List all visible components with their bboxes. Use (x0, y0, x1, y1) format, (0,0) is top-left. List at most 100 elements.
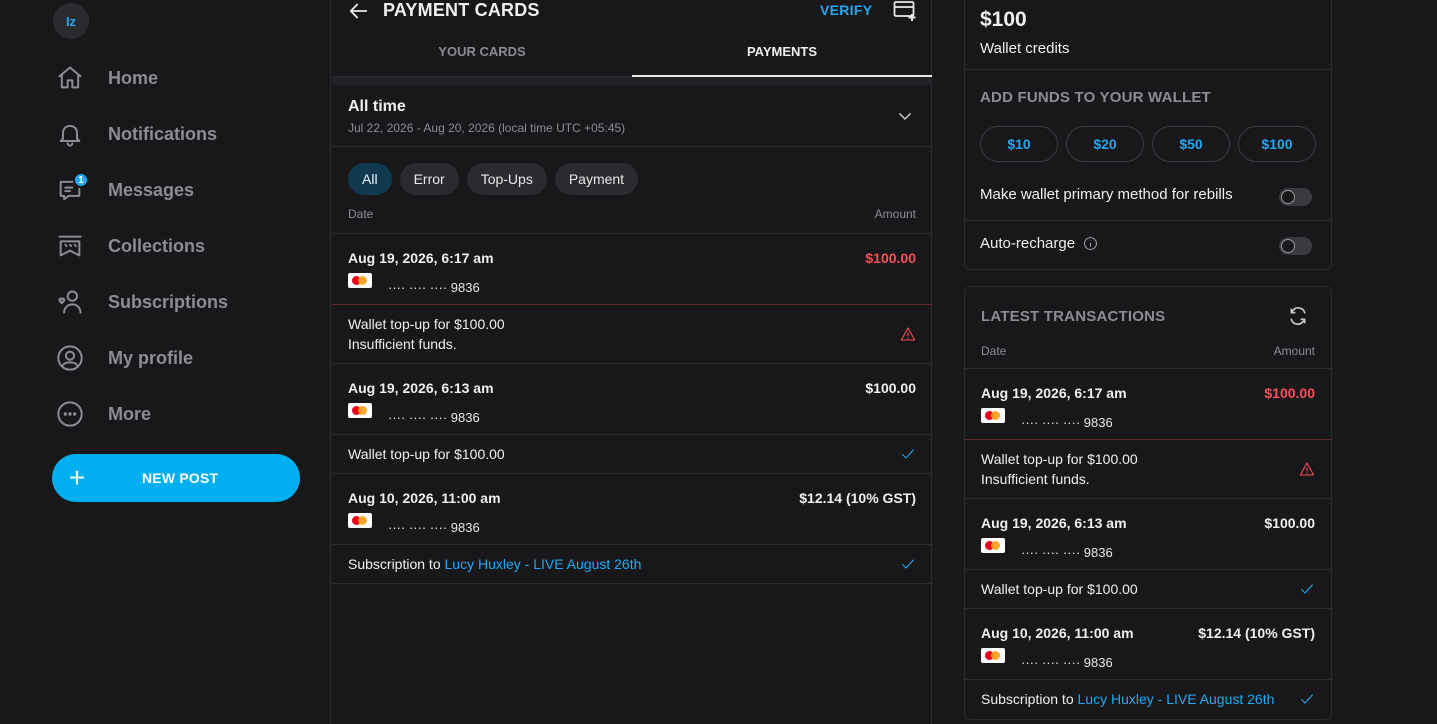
profile-icon (55, 343, 85, 373)
plus-icon: + (68, 462, 86, 493)
checkmark-icon (1299, 581, 1315, 597)
mastercard-icon (981, 408, 1005, 423)
checkmark-icon (900, 556, 916, 572)
back-arrow-icon[interactable] (348, 0, 370, 22)
mastercard-icon (981, 538, 1005, 553)
avatar[interactable]: Iz (53, 3, 89, 39)
sidebar-item-label: More (108, 403, 152, 424)
sidebar-item-label: My profile (108, 347, 194, 368)
card-number: ···· ···· ···· 9836 (388, 520, 480, 535)
tab-your-cards[interactable]: YOUR CARDS (332, 28, 632, 76)
divider (965, 69, 1331, 70)
payments-list: Aug 19, 2026, 6:17 am $100.00 ···· ···· … (332, 233, 932, 584)
txn-amount: $100.00 (865, 250, 916, 266)
add-funds-title: ADD FUNDS TO YOUR WALLET (980, 89, 1211, 106)
primary-method-toggle[interactable] (1279, 188, 1312, 206)
checkmark-icon (900, 446, 916, 462)
primary-method-label: Make wallet primary method for rebills (980, 186, 1233, 203)
table-row[interactable]: Aug 10, 2026, 11:00 am $12.14 (10% GST) … (332, 474, 932, 584)
mastercard-icon (348, 273, 372, 288)
card-number: ···· ···· ···· 9836 (388, 410, 480, 425)
sidebar-item-home[interactable]: Home (55, 50, 228, 106)
txn-error-message: Insufficient funds. (348, 336, 457, 352)
table-row[interactable]: Aug 10, 2026, 11:00 am $12.14 (10% GST) … (965, 609, 1331, 718)
sidebar-item-messages[interactable]: 1 Messages (55, 162, 228, 218)
auto-recharge-row: Auto-recharge (965, 220, 1331, 268)
txn-description: Wallet top-up for $100.00 Insufficient f… (965, 439, 1331, 498)
wallet-card: $100 Wallet credits ADD FUNDS TO YOUR WA… (964, 0, 1332, 270)
sidebar-item-label: Home (108, 67, 159, 88)
primary-method-row: Make wallet primary method for rebills (965, 172, 1331, 220)
auto-recharge-toggle[interactable] (1279, 237, 1312, 255)
date-column-header: Date (348, 207, 374, 221)
auto-recharge-label-wrap: Auto-recharge (980, 235, 1098, 252)
txn-description: Wallet top-up for $100.00 (965, 569, 1331, 608)
period-range: Jul 22, 2026 - Aug 20, 2026 (local time … (348, 121, 626, 135)
refresh-icon[interactable] (1288, 306, 1308, 326)
txn-amount: $12.14 (10% GST) (1198, 625, 1315, 641)
txn-date: Aug 10, 2026, 11:00 am (981, 625, 1134, 641)
warning-icon (1299, 461, 1315, 477)
add-100-button[interactable]: $100 (1238, 126, 1316, 162)
filter-top-ups[interactable]: Top-Ups (466, 163, 547, 195)
sidebar-item-label: Notifications (108, 123, 218, 144)
add-10-button[interactable]: $10 (980, 126, 1058, 162)
info-icon[interactable] (1083, 236, 1098, 251)
txn-line: Wallet top-up for $100.00 (348, 446, 505, 462)
txn-description: Wallet top-up for $100.00 Insufficient f… (332, 304, 932, 363)
creator-link[interactable]: Lucy Huxley - LIVE August 26th (1078, 691, 1275, 707)
add-card-icon[interactable] (893, 0, 917, 22)
new-post-button[interactable]: + NEW POST (52, 454, 300, 502)
filter-all[interactable]: All (348, 163, 392, 195)
latest-transactions-card: LATEST TRANSACTIONS Date Amount Aug 19, … (964, 286, 1332, 720)
messages-badge: 1 (73, 172, 89, 188)
mastercard-icon (348, 513, 372, 528)
message-icon: 1 (55, 172, 89, 205)
creator-link[interactable]: Lucy Huxley - LIVE August 26th (445, 556, 642, 572)
section-divider (332, 77, 932, 85)
filter-error[interactable]: Error (399, 163, 459, 195)
collections-icon (55, 231, 85, 261)
txn-line: Subscription to Lucy Huxley - LIVE Augus… (348, 554, 916, 574)
txn-prefix: Subscription to (981, 691, 1078, 707)
fund-options: $10 $20 $50 $100 (980, 126, 1316, 162)
table-row[interactable]: Aug 19, 2026, 6:17 am $100.00 ···· ···· … (965, 369, 1331, 499)
add-50-button[interactable]: $50 (1152, 126, 1230, 162)
period-selector[interactable]: All time Jul 22, 2026 - Aug 20, 2026 (lo… (332, 85, 932, 147)
filter-payment[interactable]: Payment (554, 163, 639, 195)
table-row[interactable]: Aug 19, 2026, 6:13 am $100.00 ···· ···· … (965, 499, 1331, 609)
column-headers: Date Amount (981, 344, 1315, 358)
add-20-button[interactable]: $20 (1066, 126, 1144, 162)
txn-amount: $100.00 (1264, 385, 1315, 401)
subscriptions-icon (55, 287, 85, 317)
column-headers: Date Amount (348, 207, 916, 221)
txn-line: Subscription to Lucy Huxley - LIVE Augus… (981, 689, 1315, 709)
filter-chips: All Error Top-Ups Payment (348, 163, 639, 195)
home-icon (55, 63, 85, 93)
wallet-amount: $100 (980, 8, 1027, 31)
tab-payments[interactable]: PAYMENTS (632, 28, 932, 77)
sidebar-item-my-profile[interactable]: My profile (55, 330, 228, 386)
tab-bar: YOUR CARDS PAYMENTS (332, 28, 932, 77)
mastercard-icon (981, 648, 1005, 663)
txn-line: Wallet top-up for $100.00 (348, 316, 505, 332)
card-number: ···· ···· ···· 9836 (1021, 655, 1113, 670)
sidebar-item-subscriptions[interactable]: Subscriptions (55, 274, 228, 330)
sidebar-item-collections[interactable]: Collections (55, 218, 228, 274)
period-title: All time (348, 98, 406, 115)
warning-icon (900, 326, 916, 342)
table-row[interactable]: Aug 19, 2026, 6:17 am $100.00 ···· ···· … (332, 234, 932, 364)
sidebar-item-label: Subscriptions (108, 291, 229, 312)
sidebar: Iz Home Notifications 1 Messages Collect… (0, 0, 331, 724)
latest-list: Aug 19, 2026, 6:17 am $100.00 ···· ···· … (965, 368, 1331, 718)
txn-date: Aug 10, 2026, 11:00 am (348, 490, 501, 506)
latest-title: LATEST TRANSACTIONS (981, 308, 1166, 325)
verify-button[interactable]: VERIFY (820, 2, 872, 18)
sidebar-item-more[interactable]: More (55, 386, 228, 442)
sidebar-item-notifications[interactable]: Notifications (55, 106, 228, 162)
txn-date: Aug 19, 2026, 6:13 am (348, 380, 494, 396)
bell-icon (55, 119, 85, 149)
table-row[interactable]: Aug 19, 2026, 6:13 am $100.00 ···· ···· … (332, 364, 932, 474)
txn-amount: $12.14 (10% GST) (799, 490, 916, 506)
checkmark-icon (1299, 691, 1315, 707)
